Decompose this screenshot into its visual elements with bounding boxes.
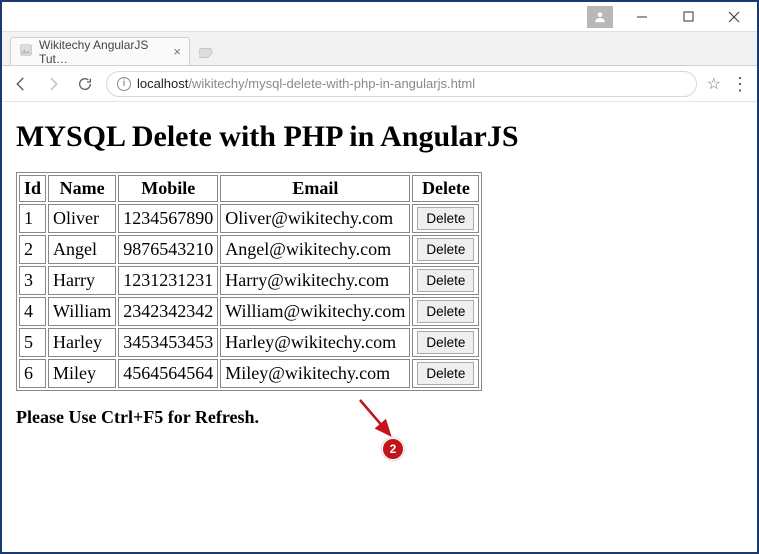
new-tab-button[interactable]	[196, 41, 220, 65]
table-row: 3Harry1231231231Harry@wikitechy.com Delet…	[19, 266, 479, 295]
cell-id: 5	[19, 328, 46, 357]
url-path: /wikitechy/mysql-delete-with-php-in-angu…	[188, 76, 475, 91]
tab-close-icon[interactable]: ×	[173, 44, 181, 59]
tab-title: Wikitechy AngularJS Tut…	[39, 38, 167, 66]
cell-email: Miley@wikitechy.com	[220, 359, 410, 388]
minimize-button[interactable]	[619, 2, 665, 32]
cell-mobile: 2342342342	[118, 297, 218, 326]
cell-id: 2	[19, 235, 46, 264]
cell-name: Oliver	[48, 204, 116, 233]
table-row: 1Oliver1234567890Oliver@wikitechy.com Del…	[19, 204, 479, 233]
table-row: 6Miley4564564564Miley@wikitechy.com Delet…	[19, 359, 479, 388]
close-window-button[interactable]	[711, 2, 757, 32]
table-header-row: Id Name Mobile Email Delete	[19, 175, 479, 202]
cell-mobile: 3453453453	[118, 328, 218, 357]
cell-delete: Delete	[412, 266, 479, 295]
maximize-button[interactable]	[665, 2, 711, 32]
cell-name: Harley	[48, 328, 116, 357]
url-host: localhost	[137, 76, 188, 91]
cell-delete: Delete	[412, 297, 479, 326]
delete-button[interactable]: Delete	[417, 269, 474, 292]
back-button[interactable]	[10, 73, 32, 95]
col-name: Name	[48, 175, 116, 202]
col-delete: Delete	[412, 175, 479, 202]
cell-email: Angel@wikitechy.com	[220, 235, 410, 264]
col-id: Id	[19, 175, 46, 202]
address-bar[interactable]: i localhost/wikitechy/mysql-delete-with-…	[106, 71, 697, 97]
bookmark-icon[interactable]: ☆	[707, 74, 721, 94]
delete-button[interactable]: Delete	[417, 238, 474, 261]
cell-delete: Delete	[412, 235, 479, 264]
menu-icon[interactable]: ⋮	[731, 81, 749, 87]
cell-delete: Delete	[412, 204, 479, 233]
page-content: MYSQL Delete with PHP in AngularJS Id Na…	[2, 102, 757, 552]
cell-email: William@wikitechy.com	[220, 297, 410, 326]
toolbar: i localhost/wikitechy/mysql-delete-with-…	[2, 66, 757, 102]
cell-delete: Delete	[412, 359, 479, 388]
cell-name: Miley	[48, 359, 116, 388]
page-heading: MYSQL Delete with PHP in AngularJS	[16, 120, 743, 154]
cell-mobile: 1231231231	[118, 266, 218, 295]
cell-mobile: 4564564564	[118, 359, 218, 388]
col-email: Email	[220, 175, 410, 202]
refresh-message: Please Use Ctrl+F5 for Refresh.	[16, 407, 743, 428]
cell-delete: Delete	[412, 328, 479, 357]
forward-button[interactable]	[42, 73, 64, 95]
table-row: 5Harley3453453453Harley@wikitechy.com Del…	[19, 328, 479, 357]
tab-strip: Wikitechy AngularJS Tut… ×	[2, 32, 757, 66]
cell-mobile: 9876543210	[118, 235, 218, 264]
cell-name: Harry	[48, 266, 116, 295]
data-table: Id Name Mobile Email Delete 1Oliver12345…	[16, 172, 482, 391]
cell-name: Angel	[48, 235, 116, 264]
delete-button[interactable]: Delete	[417, 362, 474, 385]
table-row: 4William2342342342William@wikitechy.com D…	[19, 297, 479, 326]
browser-window: Wikitechy AngularJS Tut… × i localhost/w…	[0, 0, 759, 554]
delete-button[interactable]: Delete	[417, 300, 474, 323]
cell-id: 4	[19, 297, 46, 326]
col-mobile: Mobile	[118, 175, 218, 202]
cell-id: 6	[19, 359, 46, 388]
delete-button[interactable]: Delete	[417, 331, 474, 354]
user-icon[interactable]	[587, 6, 613, 28]
site-info-icon[interactable]: i	[117, 77, 131, 91]
tab-favicon	[19, 43, 33, 60]
table-row: 2Angel9876543210Angel@wikitechy.com Delet…	[19, 235, 479, 264]
cell-email: Harley@wikitechy.com	[220, 328, 410, 357]
cell-name: William	[48, 297, 116, 326]
annotation-badge: 2	[382, 438, 404, 460]
cell-id: 3	[19, 266, 46, 295]
browser-tab[interactable]: Wikitechy AngularJS Tut… ×	[10, 37, 190, 65]
cell-id: 1	[19, 204, 46, 233]
cell-email: Harry@wikitechy.com	[220, 266, 410, 295]
window-titlebar	[2, 2, 757, 32]
cell-mobile: 1234567890	[118, 204, 218, 233]
cell-email: Oliver@wikitechy.com	[220, 204, 410, 233]
delete-button[interactable]: Delete	[417, 207, 474, 230]
table-body: 1Oliver1234567890Oliver@wikitechy.com Del…	[19, 204, 479, 388]
reload-button[interactable]	[74, 73, 96, 95]
